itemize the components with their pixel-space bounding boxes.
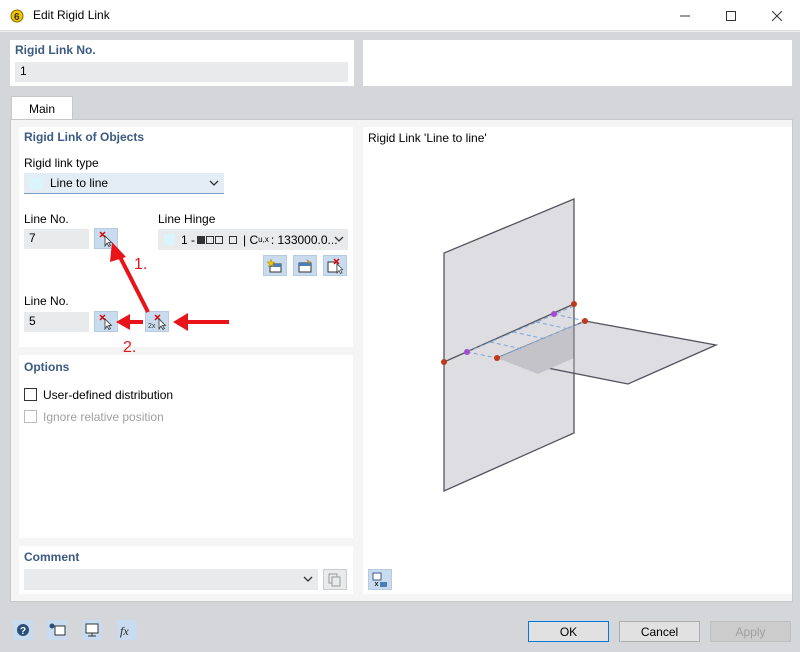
apply-label: Apply [735, 624, 766, 639]
link-point [464, 349, 470, 355]
step-1-label: 1. [134, 256, 148, 273]
view-settings-icon [372, 572, 387, 587]
formula-icon: fx [117, 620, 137, 640]
monitor-icon [82, 620, 102, 640]
display-button[interactable] [79, 619, 105, 641]
svg-text:fx: fx [120, 624, 129, 638]
user-defined-distribution-checkbox[interactable] [24, 388, 37, 401]
ignore-relative-position-checkbox[interactable] [24, 410, 37, 423]
user-defined-distribution-label: User-defined distribution [43, 388, 174, 402]
info-button[interactable] [44, 619, 70, 641]
apply-button[interactable]: Apply [710, 621, 791, 642]
node-point [582, 318, 588, 324]
ignore-relative-position-label: Ignore relative position [43, 410, 164, 424]
svg-text:?: ? [20, 626, 26, 637]
help-icon: ? [13, 620, 33, 640]
comment-select[interactable] [24, 569, 318, 590]
options-panel [19, 355, 353, 538]
ok-button[interactable]: OK [528, 621, 609, 642]
cancel-label: Cancel [640, 624, 679, 639]
preview-view-button[interactable] [368, 569, 392, 590]
chevron-down-icon [303, 576, 313, 582]
node-point [494, 355, 500, 361]
ok-label: OK [559, 624, 578, 639]
node-point [441, 359, 447, 365]
help-button[interactable]: ? [10, 619, 36, 641]
arrow-step-2-head [116, 314, 130, 330]
link-point [551, 311, 557, 317]
options-title: Options [24, 360, 70, 374]
info-table-icon [47, 620, 67, 640]
rigid-link-preview-graphic [441, 198, 719, 493]
comment-library-button[interactable] [323, 569, 347, 590]
cancel-button[interactable]: Cancel [619, 621, 700, 642]
node-point [571, 301, 577, 307]
formula-button[interactable]: fx [114, 619, 140, 641]
arrow-pick-two-head [173, 313, 188, 331]
comment-title: Comment [24, 550, 80, 564]
arrow-step-1-head [110, 242, 126, 262]
copy-icon [328, 573, 341, 586]
